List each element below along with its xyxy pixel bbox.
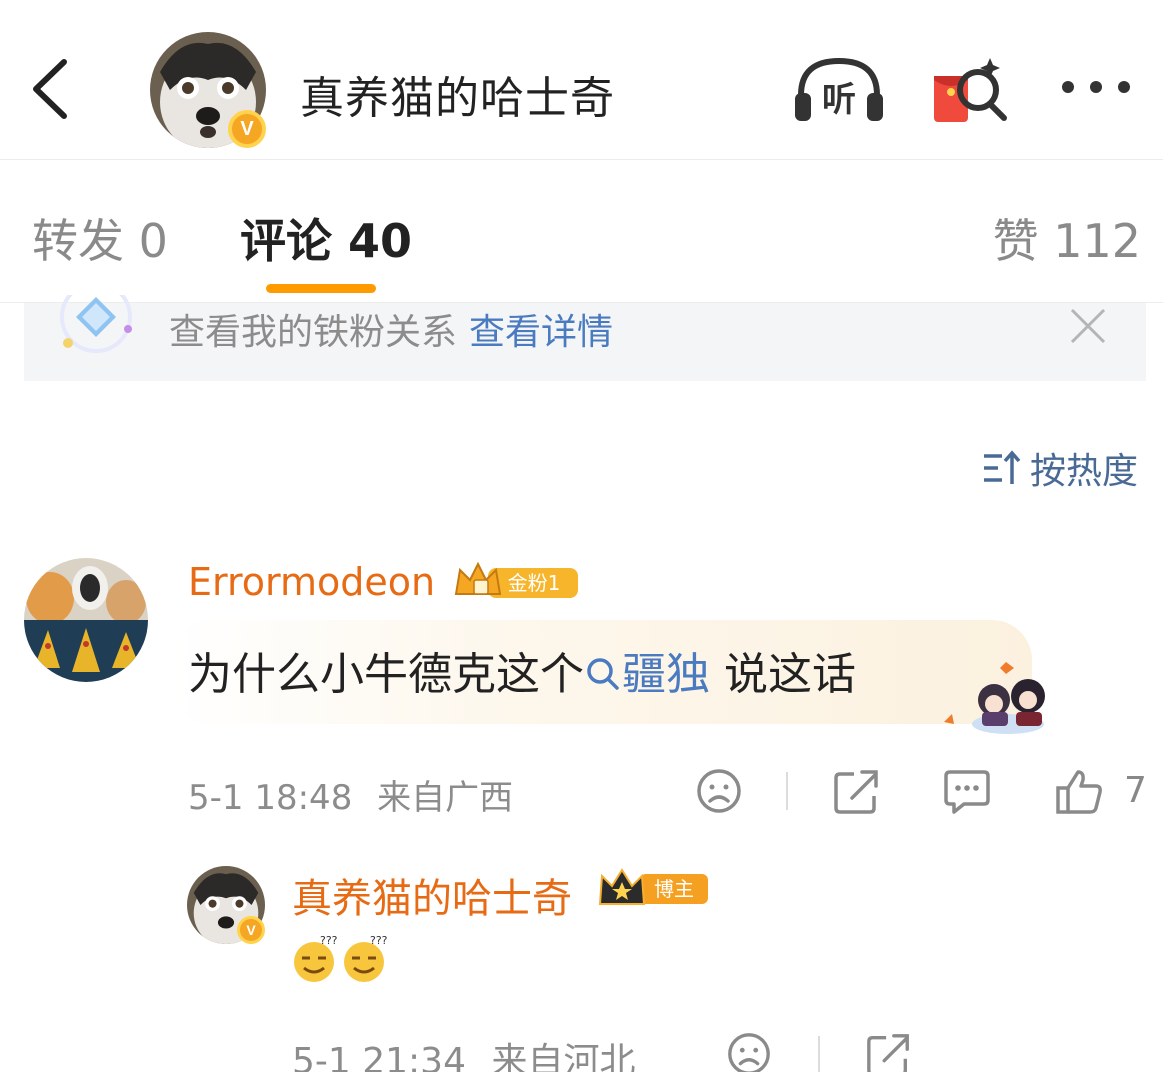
crown-badge-icon: 博主 [598,868,708,905]
like-button[interactable] [1054,766,1104,816]
dislike-button[interactable] [694,766,744,816]
reply-button[interactable] [942,766,992,816]
comment-meta: 5-1 18:48 来自广西 [188,770,513,819]
headphones-icon: 听 [795,57,883,121]
author-badge: 博主 [596,866,710,912]
topic-search-link[interactable]: 疆独 [584,649,710,700]
reply-verified-badge: V [237,916,265,944]
view-details-link[interactable]: 查看详情 [469,312,613,353]
sort-by-hot-button[interactable]: 按热度 [982,446,1138,492]
share-icon [834,770,878,814]
topic-label: 疆独 [622,649,710,700]
active-tab-indicator [266,284,376,293]
doubtful-emoji-icon: ??? ??? [294,934,388,982]
like-count: 7 [1124,770,1147,811]
verified-badge: V [228,110,266,148]
comment-icon [944,770,990,814]
commenter-username[interactable]: Errormodeon [188,560,435,604]
close-banner-button[interactable] [1068,306,1108,346]
cats-dragons-avatar-image [24,558,148,682]
reply-share-button[interactable] [864,1030,914,1072]
page-title: 真养猫的哈士奇 [300,73,615,124]
tab-comment[interactable]: 评论 40 [240,205,412,271]
reply-dislike-button[interactable] [724,1030,774,1072]
page: V 真养猫的哈士奇 听 转发 0 评论 40 赞 112 查看我的铁粉关系 查看… [0,0,1163,1072]
share-button[interactable] [832,766,882,816]
author-badge-label: 博主 [654,877,694,901]
top-bar: V 真养猫的哈士奇 听 [0,0,1163,160]
commenter-avatar[interactable] [24,558,148,682]
share-icon [867,1034,909,1072]
fan-banner-label: 查看我的铁粉关系 [169,312,458,353]
more-button[interactable] [1058,72,1134,102]
red-envelope-search-button[interactable] [928,52,1010,128]
gold-fan-badge[interactable]: 金粉1 [452,560,580,604]
bottom-fade-overlay [940,1020,1163,1072]
reply-time: 5-1 21:34 [292,1041,466,1072]
sort-label: 按热度 [1030,451,1139,492]
reply-meta: 5-1 21:34 来自河北 [292,1032,635,1072]
fan-relationship-text: 查看我的铁粉关系 查看详情 [169,303,613,355]
svg-text:???: ??? [370,934,388,947]
search-icon [587,658,619,690]
sad-face-icon [728,1033,770,1072]
svg-text:???: ??? [320,934,338,947]
listen-label: 听 [822,80,856,120]
back-button[interactable] [26,56,76,122]
tab-bar: 转发 0 评论 40 赞 112 [0,161,1163,303]
comment-text-after: 说这话 [710,649,856,700]
diamond-icon [60,295,132,353]
red-envelope-icon [934,58,1007,122]
thumbs-up-icon [1056,770,1102,814]
comment-text-before: 为什么小牛德克这个 [188,649,584,700]
tab-repost[interactable]: 转发 0 [32,205,168,271]
comment-text: 为什么小牛德克这个 疆独 说这话 [188,638,856,702]
comment-location: 来自广西 [377,778,514,818]
back-arrow-icon [33,59,67,119]
sad-face-icon [697,769,741,813]
sort-icon [984,450,1021,484]
reply-username[interactable]: 真养猫的哈士奇 [292,866,572,924]
iron-fan-banner: 查看我的铁粉关系 查看详情 [24,295,1146,381]
close-icon [1070,308,1106,344]
listen-button[interactable]: 听 [793,55,885,125]
crown-badge-icon: 金粉1 [454,561,578,598]
more-dots-icon [1062,81,1130,93]
fan-badge-label: 金粉1 [508,571,561,595]
bubble-decoration-image [944,662,1045,734]
action-divider [786,772,788,810]
reply-location: 来自河北 [491,1041,636,1072]
tab-like[interactable]: 赞 112 [993,205,1141,271]
action-divider [818,1036,820,1072]
comment-time: 5-1 18:48 [188,778,353,818]
